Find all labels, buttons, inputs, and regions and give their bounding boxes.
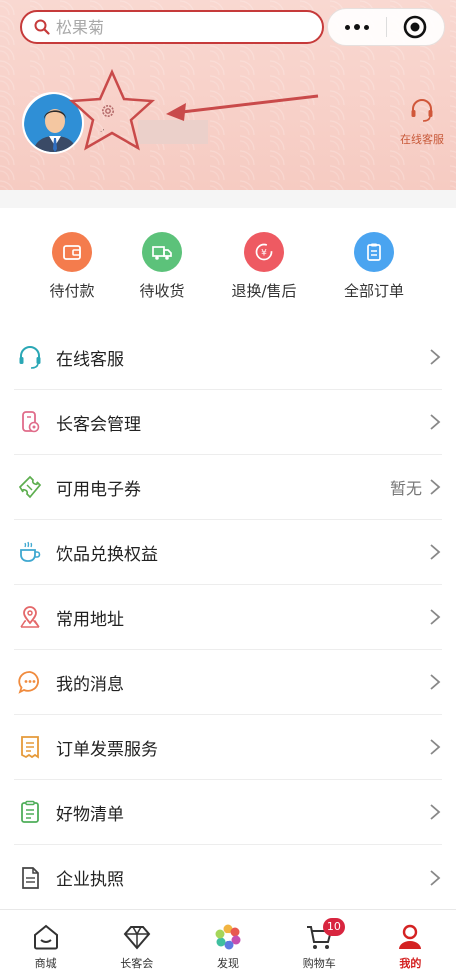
- wallet-icon: [52, 232, 92, 272]
- order-label: 全部订单: [343, 282, 404, 300]
- truck-icon: [142, 232, 182, 272]
- menu-item-coupons[interactable]: 可用电子券 暂无: [14, 455, 442, 520]
- target-close-icon: [403, 15, 427, 39]
- profile-icon: [399, 924, 422, 949]
- order-label: 待付款: [49, 282, 95, 300]
- username-redacted: [138, 120, 208, 144]
- checklist-icon: [14, 796, 46, 828]
- order-label: 退换/售后: [231, 282, 297, 300]
- svg-text:¥: ¥: [261, 249, 267, 259]
- annotation-arrow-shaft: [181, 94, 319, 114]
- order-all[interactable]: 全部订单: [326, 224, 422, 301]
- cup-icon: [14, 536, 46, 568]
- menu-item-messages[interactable]: 我的消息: [14, 650, 442, 715]
- tab-label: 发现: [217, 957, 239, 970]
- chevron-right-icon: [430, 544, 441, 560]
- order-pending-delivery[interactable]: 待收货: [114, 224, 210, 301]
- menu-item-label: 好物清单: [56, 804, 124, 825]
- dot-icon: [344, 24, 350, 30]
- chevron-right-icon: [430, 349, 441, 365]
- tab-cart[interactable]: 10 购物车: [274, 910, 365, 977]
- menu-item-invoice[interactable]: 订单发票服务: [14, 715, 442, 780]
- online-service-label: 在线客服: [400, 133, 444, 146]
- order-shortcuts: 待付款 待收货 ¥ 退换/售后 全部订单: [0, 224, 456, 314]
- invoice-icon: [14, 731, 46, 763]
- chevron-right-icon: [430, 674, 441, 690]
- menu-item-label: 饮品兑换权益: [56, 544, 158, 565]
- clipboard-icon: [354, 232, 394, 272]
- tab-label: 商城: [34, 957, 57, 970]
- tab-label: 我的: [399, 957, 422, 970]
- menu-item-label: 常用地址: [56, 609, 124, 630]
- profile-header: ·’ 在线客服: [0, 0, 456, 190]
- search-icon: [34, 19, 50, 35]
- menu-item-label: 可用电子券: [56, 479, 141, 500]
- search-bar[interactable]: [20, 10, 324, 44]
- menu-item-value: 暂无: [389, 479, 422, 498]
- diamond-icon: [123, 926, 151, 950]
- document-icon: [14, 862, 46, 894]
- store-icon: [33, 924, 58, 950]
- menu-item-label: 在线客服: [56, 349, 124, 370]
- tab-membership[interactable]: 长客会: [91, 910, 182, 977]
- menu-item-business-license[interactable]: 企业执照: [14, 845, 442, 910]
- tab-label: 购物车: [302, 957, 336, 970]
- chevron-right-icon: [430, 479, 441, 495]
- menu-item-label: 企业执照: [56, 870, 124, 890]
- section-divider: [0, 190, 456, 208]
- username-fragment: ·’: [100, 128, 105, 136]
- more-options-button[interactable]: [328, 9, 386, 45]
- order-refund-aftersale[interactable]: ¥ 退换/售后: [216, 224, 312, 301]
- ticket-icon: [14, 471, 46, 503]
- tab-label: 长客会: [120, 957, 154, 970]
- settings-gear-icon[interactable]: [100, 103, 116, 119]
- menu-list: 在线客服 长客会管理 可用电子券 暂无 饮品兑换权益 常用地址 我的消息 订单发…: [0, 325, 456, 910]
- menu-item-label: 长客会管理: [56, 414, 141, 435]
- menu-item-good-list[interactable]: 好物清单: [14, 780, 442, 845]
- chevron-right-icon: [430, 804, 441, 820]
- tab-discover[interactable]: 发现: [182, 910, 273, 977]
- headset-icon: [14, 341, 46, 373]
- tab-store[interactable]: 商城: [0, 910, 91, 977]
- menu-item-label: 订单发票服务: [56, 739, 158, 760]
- search-input[interactable]: [56, 17, 296, 37]
- message-icon: [14, 666, 46, 698]
- menu-item-drink-rights[interactable]: 饮品兑换权益: [14, 520, 442, 585]
- avatar[interactable]: [22, 92, 84, 154]
- chevron-right-icon: [430, 869, 441, 886]
- menu-item-address[interactable]: 常用地址: [14, 585, 442, 650]
- dot-icon: [353, 24, 360, 30]
- headset-icon: [411, 99, 433, 122]
- chevron-right-icon: [430, 609, 441, 625]
- chevron-right-icon: [430, 739, 441, 755]
- location-icon: [14, 601, 46, 633]
- bottom-tab-bar: 商城 长客会 发现 10 购物车 我的: [0, 909, 456, 977]
- menu-item-membership[interactable]: 长客会管理: [14, 390, 442, 455]
- annotation-arrow-head: [166, 103, 186, 121]
- menu-item-label: 我的消息: [56, 674, 124, 695]
- membership-icon: [14, 406, 46, 438]
- discover-icon: [215, 924, 241, 950]
- chevron-right-icon: [430, 414, 441, 430]
- order-pending-payment[interactable]: 待付款: [24, 224, 120, 301]
- user-avatar-icon: [24, 94, 82, 152]
- miniprogram-capsule: [327, 8, 445, 46]
- close-miniprogram-button[interactable]: [386, 9, 444, 45]
- tab-profile[interactable]: 我的: [365, 910, 456, 977]
- dot-icon: [363, 24, 369, 30]
- cart-count-badge: 10: [322, 918, 345, 936]
- order-label: 待收货: [139, 282, 185, 300]
- online-service-button[interactable]: 在线客服: [392, 97, 452, 147]
- menu-item-online-service[interactable]: 在线客服: [14, 325, 442, 390]
- refund-icon: ¥: [244, 232, 284, 272]
